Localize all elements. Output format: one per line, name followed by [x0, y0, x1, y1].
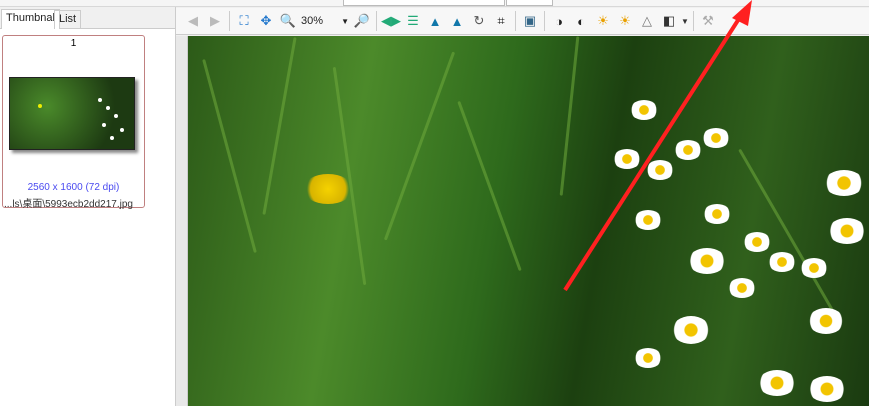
tab-bar: Thumbnal List — [0, 7, 175, 29]
next-icon[interactable]: ▶ — [204, 10, 226, 32]
actual-size-icon[interactable]: ✥ — [255, 10, 277, 32]
fit-window-icon[interactable]: ⛶ — [233, 10, 255, 32]
refresh-image-icon[interactable]: ▣ — [519, 10, 541, 32]
top-field[interactable] — [343, 0, 505, 6]
sharpen-icon[interactable]: △ — [636, 10, 658, 32]
contrast-up-icon[interactable]: ◑ — [548, 10, 570, 32]
rotate-right-icon[interactable]: ▲ — [446, 10, 468, 32]
contrast-down-icon[interactable]: ◐ — [570, 10, 592, 32]
image-toolbar: ◀ ▶ ⛶ ✥ 🔍 30% ▼ 🔎 ◀▶ ☰ ▲ ▲ ↻ ⌗ ▣ ◑ ◐ ☀ ☀ … — [176, 8, 869, 35]
previous-icon[interactable]: ◀ — [182, 10, 204, 32]
rotate-free-icon[interactable]: ↻ — [468, 10, 490, 32]
chevron-down-icon: ▼ — [341, 16, 349, 26]
thumbnail-index: 1 — [70, 38, 77, 49]
thumbnail-image[interactable] — [9, 77, 135, 150]
browser-panel: Thumbnal List 1 2560 x 1600 (72 dpi) ...… — [0, 7, 176, 406]
brightness-up-icon[interactable]: ☀ — [592, 10, 614, 32]
image-canvas[interactable] — [188, 36, 869, 406]
tools-icon[interactable]: ⚒ — [697, 10, 719, 32]
zoom-in-icon[interactable]: 🔍 — [277, 10, 299, 32]
flip-vertical-icon[interactable]: ☰ — [402, 10, 424, 32]
image-filename: ...ls\桌面\5993ecb2dd217.jpg — [4, 199, 133, 210]
zoom-out-icon[interactable]: 🔎 — [351, 10, 373, 32]
top-field[interactable] — [506, 0, 553, 6]
rotate-left-icon[interactable]: ▲ — [424, 10, 446, 32]
image-dimensions: 2560 x 1600 (72 dpi) — [27, 182, 120, 193]
compare-icon[interactable]: ◧ — [658, 10, 680, 32]
thumbnail-item[interactable]: 1 2560 x 1600 (72 dpi) ...ls\桌面\5993ecb2… — [2, 35, 145, 210]
tab-thumbnail[interactable]: Thumbnal — [1, 9, 60, 29]
flip-horizontal-icon[interactable]: ◀▶ — [380, 10, 402, 32]
vertical-scrollbar[interactable] — [176, 36, 188, 406]
chevron-down-icon[interactable]: ▼ — [680, 10, 690, 32]
zoom-select[interactable]: 30% ▼ — [299, 15, 351, 27]
tab-list[interactable]: List — [54, 10, 82, 29]
zoom-value: 30% — [301, 15, 324, 27]
crop-icon[interactable]: ⌗ — [490, 10, 512, 32]
brightness-down-icon[interactable]: ☀ — [614, 10, 636, 32]
